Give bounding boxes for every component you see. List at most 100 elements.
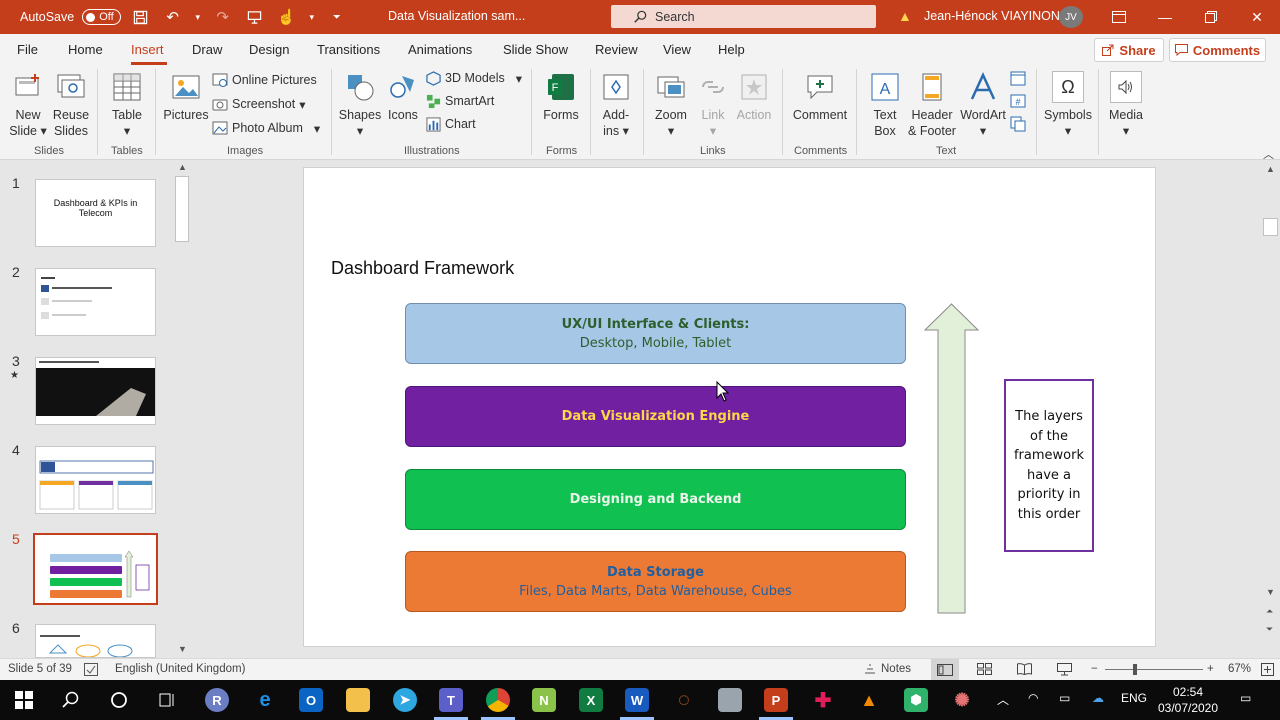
onedrive-icon[interactable]: ☁	[1092, 691, 1104, 705]
network-app-icon[interactable]: ✺	[950, 688, 974, 712]
minimize-icon[interactable]: —	[1142, 0, 1188, 34]
telegram-icon[interactable]: ➤	[393, 688, 417, 712]
screenshot-button[interactable]: Screenshot ▾	[212, 94, 306, 114]
normal-view-icon[interactable]	[931, 659, 959, 680]
word-icon[interactable]: W	[625, 688, 649, 712]
cortana-icon[interactable]	[105, 686, 133, 714]
priority-up-arrow[interactable]	[924, 303, 980, 615]
action-button[interactable]: Action	[734, 71, 774, 123]
slack-icon[interactable]: ✚	[811, 688, 835, 712]
new-slide-button[interactable]: New Slide ▾	[6, 71, 50, 139]
zoom-slider-thumb[interactable]	[1133, 664, 1137, 675]
zoom-in-icon[interactable]: +	[1207, 663, 1214, 675]
slide-thumbnail-1[interactable]: Dashboard & KPIs in Telecom	[35, 179, 156, 247]
layer-ux-ui[interactable]: UX/UI Interface & Clients: Desktop, Mobi…	[405, 303, 906, 364]
notes-button[interactable]: Notes	[864, 663, 911, 675]
file-explorer-icon[interactable]	[346, 688, 370, 712]
forms-button[interactable]: F Forms	[540, 71, 582, 123]
thumbnail-scroll-thumb[interactable]	[175, 176, 189, 242]
tab-view[interactable]: View	[663, 42, 691, 57]
input-language[interactable]: ENG	[1121, 691, 1147, 705]
chrome-icon[interactable]	[486, 688, 510, 712]
tab-home[interactable]: Home	[68, 42, 103, 57]
avatar[interactable]: JV	[1059, 6, 1083, 28]
shapes-button[interactable]: Shapes ▾	[338, 71, 382, 139]
edge-icon[interactable]: e	[253, 688, 277, 712]
slide-thumbnail-5[interactable]	[33, 533, 158, 605]
chart-button[interactable]: Chart	[426, 114, 476, 134]
restore-icon[interactable]	[1188, 0, 1234, 34]
priority-note-textbox[interactable]: The layers of the framework have a prior…	[1004, 379, 1094, 552]
slide-thumbnail-2[interactable]	[35, 268, 156, 336]
windows-start-icon[interactable]	[10, 686, 38, 714]
tab-design[interactable]: Design	[249, 42, 289, 57]
online-pictures-button[interactable]: Online Pictures	[212, 70, 317, 90]
slide-scroll-thumb[interactable]	[1263, 218, 1278, 236]
scroll-up-icon[interactable]: ▲	[1266, 164, 1275, 174]
task-view-icon[interactable]	[153, 686, 181, 714]
current-slide[interactable]: Dashboard Framework UX/UI Interface & Cl…	[303, 167, 1156, 647]
tab-help[interactable]: Help	[718, 42, 745, 57]
touch-mode-icon[interactable]: ☝	[275, 5, 299, 29]
zoom-button[interactable]: Zoom ▾	[650, 71, 692, 139]
photo-album-button[interactable]: Photo Album ▾	[212, 118, 320, 138]
tab-slide-show[interactable]: Slide Show	[503, 42, 568, 57]
tray-overflow-icon[interactable]: ︿	[997, 691, 1009, 708]
user-name[interactable]: Jean-Hénock VIAYINON	[924, 9, 1060, 23]
thumbnail-scrollbar[interactable]: ▲ ▼	[174, 160, 191, 658]
scroll-down-icon[interactable]: ▼	[178, 644, 187, 654]
slideshow-view-icon[interactable]	[1057, 663, 1072, 676]
link-button[interactable]: Link ▾	[694, 71, 732, 139]
language-status[interactable]: English (United Kingdom)	[115, 663, 245, 675]
slide-thumbnail-6[interactable]	[35, 624, 156, 658]
undo-dropdown-icon[interactable]: ▾	[193, 5, 203, 29]
warning-icon[interactable]: ▲	[898, 8, 912, 24]
slide-sorter-icon[interactable]	[977, 663, 992, 675]
scroll-down-icon[interactable]: ▼	[1266, 587, 1275, 597]
reuse-slides-button[interactable]: Reuse Slides	[50, 71, 92, 139]
customize-qat-icon[interactable]: ⏷	[325, 5, 349, 29]
date-time-button[interactable]	[1010, 68, 1026, 88]
outlook-icon[interactable]: O	[299, 688, 323, 712]
slide-thumbnail-4[interactable]	[35, 446, 156, 514]
jupyter-icon[interactable]: ◌	[672, 688, 696, 712]
tab-insert[interactable]: Insert	[131, 42, 164, 57]
ribbon-display-options-icon[interactable]	[1096, 0, 1142, 34]
save-icon[interactable]	[129, 5, 153, 29]
tab-draw[interactable]: Draw	[192, 42, 222, 57]
addins-button[interactable]: Add-ins ▾	[596, 71, 636, 139]
zoom-slider[interactable]	[1105, 669, 1203, 670]
comments-button[interactable]: Comments	[1169, 38, 1266, 62]
slide-number-button[interactable]: #	[1010, 91, 1026, 111]
layer-designing-backend[interactable]: Designing and Backend	[405, 469, 906, 530]
text-box-button[interactable]: A Text Box	[864, 71, 906, 139]
slide-title[interactable]: Dashboard Framework	[331, 258, 514, 279]
spelling-check-icon[interactable]	[84, 663, 98, 676]
next-slide-icon[interactable]: ⏷	[1266, 624, 1273, 635]
present-from-beginning-icon[interactable]	[243, 5, 267, 29]
vlc-icon[interactable]: ▲	[857, 688, 881, 712]
fit-slide-icon[interactable]	[1261, 663, 1274, 676]
document-title[interactable]: Data Visualization sam...	[388, 9, 525, 23]
previous-slide-icon[interactable]: ⏶	[1266, 606, 1273, 617]
touch-dropdown-icon[interactable]: ▾	[307, 5, 317, 29]
system-clock[interactable]: 02:54 03/07/2020	[1156, 684, 1220, 716]
remote-desktop-icon[interactable]	[718, 688, 742, 712]
tab-file[interactable]: File	[17, 42, 38, 57]
wordart-button[interactable]: WordArt ▾	[958, 71, 1008, 139]
wifi-icon[interactable]: ◠	[1028, 691, 1038, 705]
layer-data-visualization-engine[interactable]: Data Visualization Engine	[405, 386, 906, 447]
3d-models-button[interactable]: 3D Models ▾	[426, 68, 522, 88]
notifications-icon[interactable]: ▭	[1240, 691, 1251, 705]
symbols-button[interactable]: Ω Symbols ▾	[1042, 71, 1094, 139]
comment-button[interactable]: Comment	[790, 71, 850, 123]
powerpoint-icon[interactable]: P	[764, 688, 788, 712]
reading-view-icon[interactable]	[1017, 663, 1032, 675]
search-box[interactable]: Search	[611, 5, 876, 28]
undo-icon[interactable]: ↶	[161, 5, 185, 29]
r-app-icon[interactable]: R	[205, 688, 229, 712]
tab-transitions[interactable]: Transitions	[317, 42, 380, 57]
search-icon[interactable]	[57, 686, 85, 714]
teams-icon[interactable]: T	[439, 688, 463, 712]
zoom-out-icon[interactable]: −	[1091, 663, 1098, 675]
